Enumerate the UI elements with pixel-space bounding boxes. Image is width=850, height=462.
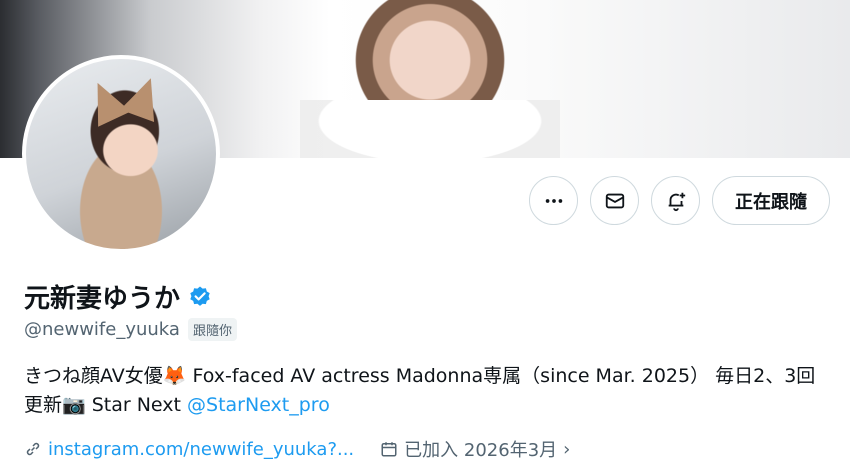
name-row: 元新妻ゆうか — [24, 278, 212, 315]
website-link[interactable]: instagram.com/newwife_yuuka?... — [48, 439, 354, 460]
website-item[interactable]: instagram.com/newwife_yuuka?... — [24, 439, 354, 460]
profile-meta: instagram.com/newwife_yuuka?... 已加入 2026… — [24, 436, 570, 462]
joined-item: 已加入 2026年3月 › — [380, 436, 570, 462]
profile-actions: 正在跟隨 — [529, 176, 830, 225]
avatar[interactable] — [22, 55, 220, 253]
bio-mention-link[interactable]: @StarNext_pro — [187, 394, 330, 416]
bio: きつね顔AV女優🦊 Fox-faced AV actress Madonna専属… — [24, 362, 824, 420]
display-name: 元新妻ゆうか — [24, 284, 181, 314]
calendar-icon — [381, 442, 397, 457]
joined-date: 已加入 2026年3月 — [404, 440, 558, 461]
follows-you-badge: 跟隨你 — [187, 318, 237, 341]
notify-button[interactable] — [651, 176, 700, 225]
bell-plus-icon — [668, 192, 685, 211]
link-icon — [26, 442, 40, 456]
verified-badge-icon[interactable] — [188, 285, 212, 309]
bio-text: きつね顔AV女優🦊 Fox-faced AV actress Madonna専属… — [24, 365, 816, 416]
banner-blanket — [300, 100, 560, 158]
avatar-ear-right — [120, 72, 168, 122]
handle-row: @newwife_yuuka 跟隨你 — [24, 318, 237, 341]
mail-icon — [605, 193, 624, 208]
chevron-right-icon[interactable]: › — [563, 439, 570, 460]
message-button[interactable] — [590, 176, 639, 225]
handle: @newwife_yuuka — [24, 319, 180, 340]
more-options-button[interactable] — [529, 176, 578, 225]
following-button[interactable]: 正在跟隨 — [712, 176, 830, 225]
more-horizontal-icon — [545, 198, 562, 203]
